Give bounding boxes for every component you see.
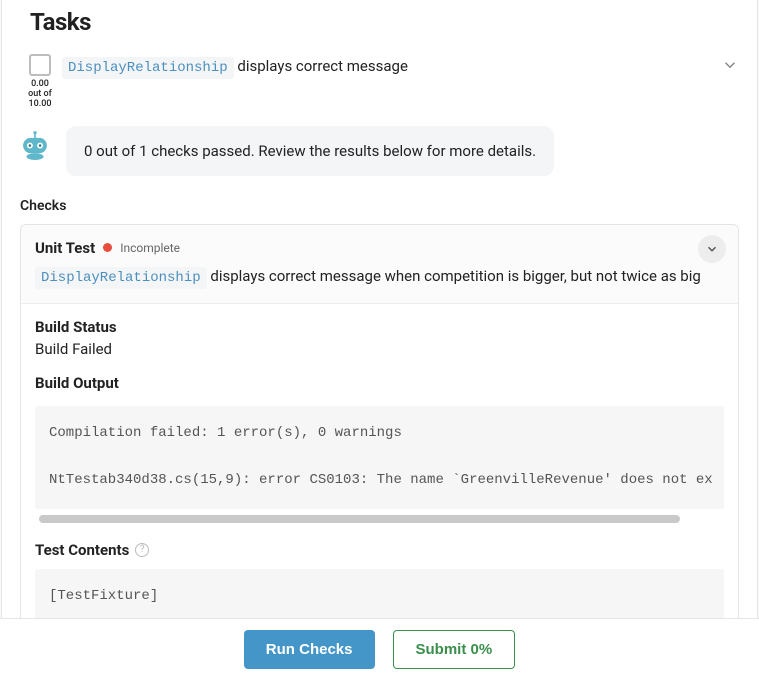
checks-card: Unit Test Incomplete DisplayRelationship… bbox=[20, 224, 739, 630]
build-status-value: Build Failed bbox=[35, 340, 724, 358]
check-status: Incomplete bbox=[120, 241, 180, 255]
test-contents-label: Test Contents bbox=[35, 541, 129, 559]
task-row: 0.00 out of 10.00 DisplayRelationship di… bbox=[2, 46, 757, 116]
run-checks-button[interactable]: Run Checks bbox=[244, 630, 375, 669]
chevron-down-icon[interactable] bbox=[721, 52, 743, 78]
check-header: Unit Test Incomplete DisplayRelationship… bbox=[21, 225, 738, 304]
status-dot-icon bbox=[103, 243, 112, 252]
submit-button[interactable]: Submit 0% bbox=[393, 630, 516, 669]
bot-message-bubble: 0 out of 1 checks passed. Review the res… bbox=[66, 126, 554, 176]
build-output-label: Build Output bbox=[35, 374, 724, 392]
build-output-code[interactable]: Compilation failed: 1 error(s), 0 warnin… bbox=[35, 406, 724, 509]
footer-bar: Run Checks Submit 0% bbox=[0, 618, 759, 682]
build-status-label: Build Status bbox=[35, 318, 724, 336]
page-title: Tasks bbox=[2, 0, 757, 46]
help-icon[interactable]: ? bbox=[135, 543, 149, 557]
checks-label: Checks bbox=[2, 192, 757, 224]
check-description: DisplayRelationship displays correct mes… bbox=[35, 257, 722, 289]
test-contents-code[interactable]: [TestFixture] bbox=[35, 569, 724, 625]
task-code-token: DisplayRelationship bbox=[62, 57, 234, 79]
task-score: 0.00 out of 10.00 bbox=[28, 80, 52, 110]
bot-message-row: 0 out of 1 checks passed. Review the res… bbox=[2, 116, 757, 192]
check-code-token: DisplayRelationship bbox=[35, 267, 207, 289]
task-checkbox[interactable] bbox=[29, 54, 51, 76]
bot-avatar-icon bbox=[18, 126, 52, 160]
check-name: Unit Test bbox=[35, 239, 95, 257]
collapse-button[interactable] bbox=[698, 235, 726, 263]
horizontal-scrollbar[interactable] bbox=[39, 515, 680, 523]
task-description: DisplayRelationship displays correct mes… bbox=[62, 52, 721, 76]
